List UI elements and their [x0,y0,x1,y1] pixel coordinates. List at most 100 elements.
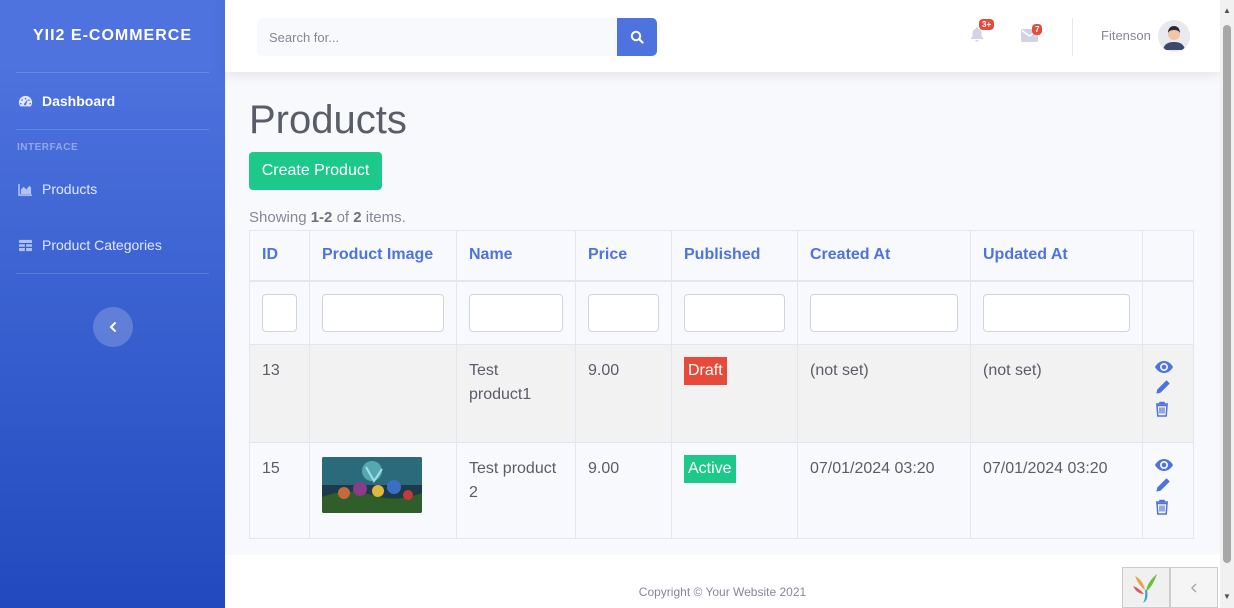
eye-icon[interactable] [1155,361,1173,373]
cell-created-at: 07/01/2024 03:20 [797,442,971,539]
column-header-actions [1142,230,1194,282]
product-thumbnail [322,457,422,513]
sidebar-item-label: Dashboard [42,93,116,109]
column-header-product-image[interactable]: Product Image [309,230,457,282]
user-avatar-icon [1158,20,1190,52]
column-header-id[interactable]: ID [249,230,310,282]
summary-range: 1-2 [310,209,333,226]
chart-area-icon [17,181,33,197]
table-row: 15 Test product 2 9.00 Active 07/01/2024… [249,442,1194,539]
cell-name: Test product1 [456,344,576,443]
yii-logo-icon [1133,573,1157,603]
column-label: Created At [810,246,891,263]
pencil-icon[interactable] [1155,379,1171,395]
filter-cell [456,280,576,345]
filter-cell [575,280,672,345]
filter-cell [1142,280,1194,345]
filter-created-at-input[interactable] [810,293,958,332]
sidebar-divider [16,273,209,274]
column-header-price[interactable]: Price [575,230,672,282]
column-label: Updated At [983,246,1068,263]
topbar: 3+ 7 Fitenson [225,0,1220,72]
chevron-left-icon [1190,582,1197,593]
filter-cell [970,280,1143,345]
sidebar-item-dashboard[interactable]: Dashboard [0,73,225,129]
chevron-left-icon [109,322,116,332]
grid-summary: Showing 1-2 of 2 items. [249,209,406,226]
table-icon [17,237,33,253]
alerts-dropdown[interactable]: 3+ [970,19,995,47]
filter-updated-at-input[interactable] [983,293,1130,332]
trash-icon[interactable] [1155,499,1169,515]
summary-total: 2 [353,209,362,226]
column-header-name[interactable]: Name [456,230,576,282]
sidebar: YII2 E-COMMERCE Dashboard INTERFACE Prod… [0,0,225,608]
scroll-down-arrow-icon[interactable]: ▼ [1223,592,1231,601]
sidebar-item-products[interactable]: Products [0,161,225,217]
sidebar-item-label: Products [42,181,98,197]
yii-debug-toolbar-logo[interactable] [1122,567,1170,608]
cell-created-at: (not set) [797,344,971,443]
filter-row [249,280,1194,345]
eye-icon[interactable] [1155,459,1173,471]
filter-cell [671,280,798,345]
cell-id: 15 [249,442,310,539]
page-title: Products [249,98,407,142]
cell-actions [1142,344,1194,443]
filter-id-input[interactable] [262,293,297,332]
cell-updated-at: 07/01/2024 03:20 [970,442,1143,539]
column-label: Published [684,246,761,263]
sidebar-toggle-button[interactable] [93,307,133,347]
scrollbar-thumb[interactable] [1223,25,1231,563]
scroll-up-arrow-icon[interactable]: ▲ [1223,6,1231,15]
summary-prefix: Showing [249,209,311,226]
trash-icon[interactable] [1155,401,1169,417]
summary-mid: of [332,209,354,226]
avatar[interactable] [1158,20,1190,52]
sidebar-item-product-categories[interactable]: Product Categories [0,217,225,273]
status-badge: Active [684,455,736,483]
table-row: 13 Test product1 9.00 Draft (not set) (n… [249,344,1194,443]
column-header-published[interactable]: Published [671,230,798,282]
cell-id: 13 [249,344,310,443]
messages-dropdown[interactable]: 7 [1021,24,1043,47]
column-header-created-at[interactable]: Created At [797,230,971,282]
cell-price: 9.00 [575,442,672,539]
search-button[interactable] [617,18,657,56]
filter-published-input[interactable] [684,293,785,332]
column-label: ID [262,246,278,263]
pencil-icon[interactable] [1155,477,1171,493]
cell-name: Test product 2 [456,442,576,539]
sidebar-brand[interactable]: YII2 E-COMMERCE [0,0,225,72]
messages-badge: 7 [1032,24,1043,35]
filter-cell [797,280,971,345]
search-input[interactable] [257,18,617,56]
user-name[interactable]: Fitenson [1101,28,1151,43]
cell-product-image [309,442,457,539]
filter-name-input[interactable] [469,293,563,332]
cell-actions [1142,442,1194,539]
copyright-text: Copyright © Your Website 2021 [638,585,807,599]
sidebar-item-label: Product Categories [42,237,162,253]
topbar-divider [1072,18,1073,56]
products-table: ID Product Image Name Price Published Cr… [249,230,1194,539]
column-label: Price [588,246,628,263]
cell-updated-at: (not set) [970,344,1143,443]
search-form [257,18,657,56]
vertical-scrollbar[interactable]: ▲ ▼ [1220,0,1234,608]
filter-cell [309,280,457,345]
summary-suffix: items. [361,209,406,226]
cell-price: 9.00 [575,344,672,443]
filter-cell [249,280,310,345]
yii-debug-toolbar-toggle[interactable] [1170,567,1218,608]
status-badge: Draft [684,357,727,385]
cell-published: Draft [671,344,798,443]
search-icon [630,30,644,44]
column-header-updated-at[interactable]: Updated At [970,230,1143,282]
alerts-badge: 3+ [979,19,995,30]
filter-price-input[interactable] [588,293,659,332]
column-label: Product Image [322,246,434,263]
create-product-button[interactable]: Create Product [249,152,382,190]
filter-image-input[interactable] [322,293,444,332]
sidebar-heading: INTERFACE [17,142,79,153]
